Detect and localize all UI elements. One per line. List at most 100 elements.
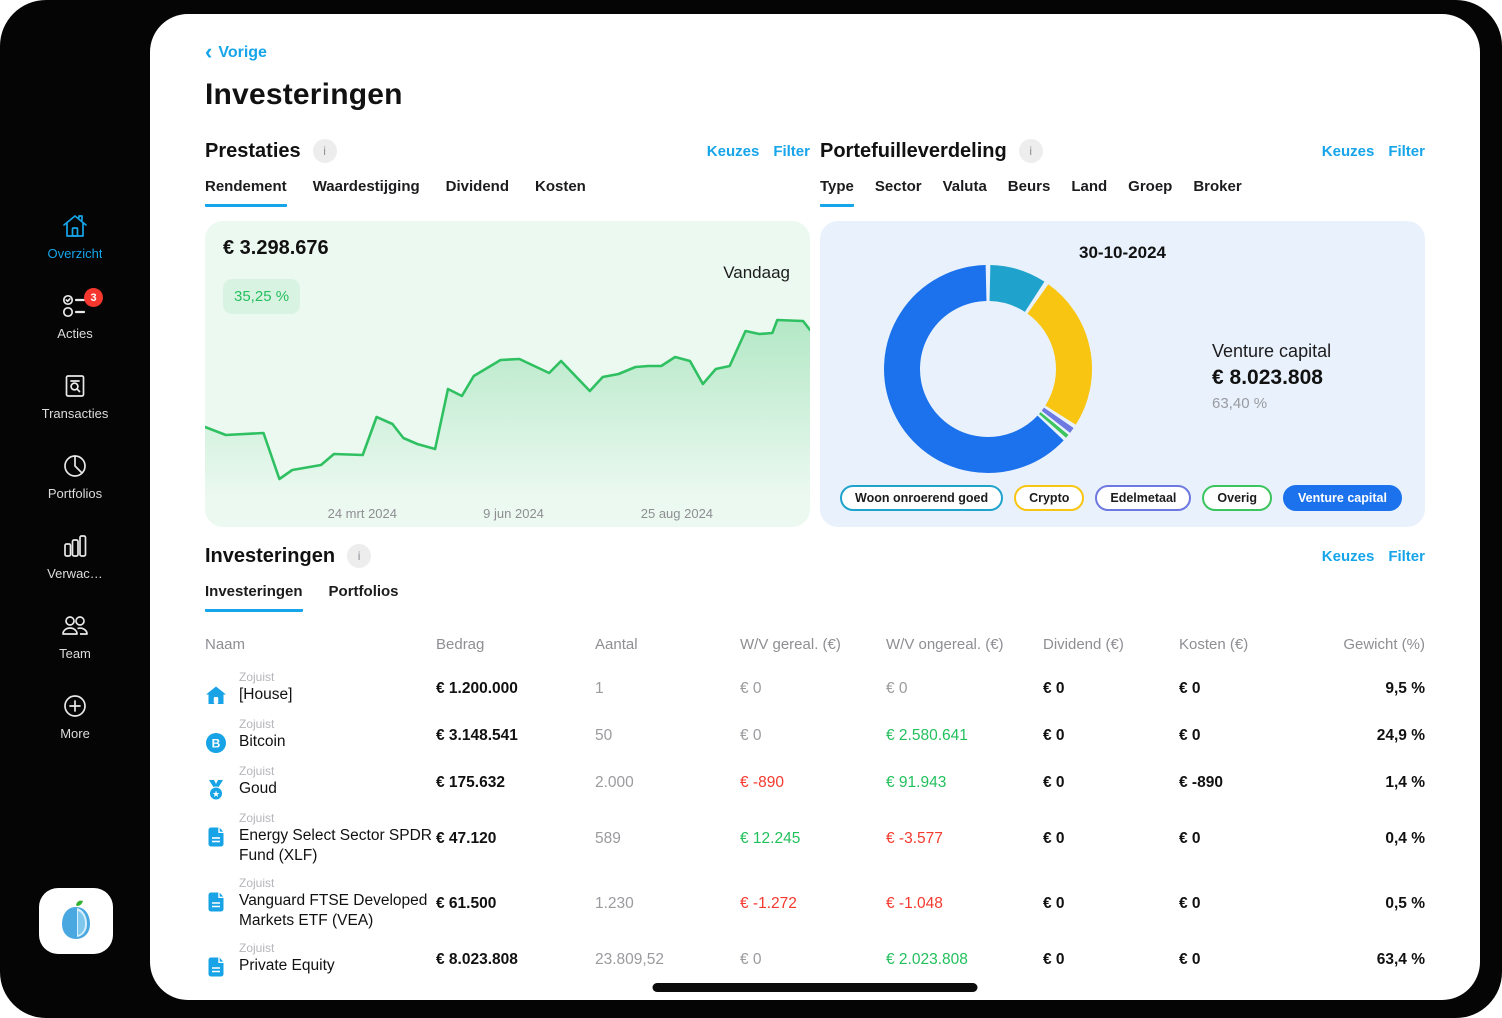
asset-updated-label: Zojuist [239,876,436,890]
info-icon[interactable] [1019,139,1043,163]
document-icon [205,826,227,848]
col-naam: Naam [205,636,436,653]
info-icon[interactable] [347,544,371,568]
tab-kosten[interactable]: Kosten [535,178,586,207]
tab-broker[interactable]: Broker [1193,178,1241,207]
keuzes-link[interactable]: Keuzes [1322,143,1375,160]
legend-chip-venture-capital[interactable]: Venture capital [1283,485,1402,511]
back-button[interactable]: ‹ Vorige [205,44,267,62]
sidebar-item-team[interactable]: Team [0,596,150,676]
cell-wv-gereal: € 12.245 [740,830,886,848]
cell-bedrag: € 1.200.000 [436,680,595,698]
filter-link[interactable]: Filter [773,143,810,160]
tab-valuta[interactable]: Valuta [943,178,987,207]
table-row[interactable]: Zojuist Energy Select Sector SPDR Fund (… [205,806,1425,871]
cell-gewicht: 9,5 % [1333,680,1425,698]
donut-slice [1056,418,1059,422]
col-gewicht: Gewicht (%) [1333,636,1425,653]
cell-wv-ongereal: € 91.943 [886,774,1043,792]
legend-chip-overig[interactable]: Overig [1202,485,1272,511]
investeringen-tabs: Investeringen Portfolios [205,583,1425,612]
medal-icon: ★ [205,779,227,801]
sidebar-item-transacties[interactable]: Transacties [0,356,150,436]
cell-kosten: € -890 [1179,774,1333,792]
tab-portfolios[interactable]: Portfolios [329,583,399,612]
tab-investeringen[interactable]: Investeringen [205,583,303,612]
cell-dividend: € 0 [1043,774,1179,792]
table-row[interactable]: B Zojuist Bitcoin € 3.148.541 50 € 0 € 2… [205,712,1425,759]
tab-rendement[interactable]: Rendement [205,178,287,207]
cell-aantal: 23.809,52 [595,951,740,969]
svg-text:★: ★ [212,789,220,799]
sidebar-item-acties[interactable]: 3 Acties [0,276,150,356]
allocation-donut-chart[interactable] [878,259,1098,479]
tab-beurs[interactable]: Beurs [1008,178,1051,207]
home-icon [60,212,90,240]
main-panel: ‹ Vorige Investeringen Prestaties Keuzes… [150,14,1480,1000]
range-label[interactable]: Vandaag [723,263,790,283]
keuzes-link[interactable]: Keuzes [1322,548,1375,565]
prestaties-tabs: Rendement Waardestijging Dividend Kosten [205,178,810,207]
table-row[interactable]: Zojuist Private Equity € 8.023.808 23.80… [205,936,1425,983]
allocation-legend: Woon onroerend goed Crypto Edelmetaal Ov… [840,485,1402,511]
legend-chip-crypto[interactable]: Crypto [1014,485,1084,511]
cell-wv-ongereal: € 2.023.808 [886,951,1043,969]
cell-gewicht: 63,4 % [1333,951,1425,969]
legend-chip-edelmetaal[interactable]: Edelmetaal [1095,485,1191,511]
cell-aantal: 589 [595,830,740,848]
cell-bedrag: € 47.120 [436,830,595,848]
house-icon [205,685,227,707]
asset-updated-label: Zojuist [239,717,286,731]
prestaties-section: Prestaties Keuzes Filter Rendement Waard… [205,136,810,527]
tab-land[interactable]: Land [1071,178,1107,207]
home-indicator[interactable] [653,983,978,992]
document-icon [205,891,227,913]
table-row[interactable]: Zojuist [House] € 1.200.000 1 € 0 € 0 € … [205,665,1425,712]
asset-updated-label: Zojuist [239,941,335,955]
asset-updated-label: Zojuist [239,670,292,684]
sidebar-item-label: More [60,726,90,741]
info-icon[interactable] [313,139,337,163]
cell-kosten: € 0 [1179,830,1333,848]
keuzes-link[interactable]: Keuzes [707,143,760,160]
col-kosten: Kosten (€) [1179,636,1333,653]
sidebar-item-more[interactable]: More [0,676,150,756]
cell-dividend: € 0 [1043,895,1179,913]
svg-text:B: B [212,736,221,750]
bitcoin-icon: B [205,732,227,754]
filter-link[interactable]: Filter [1388,548,1425,565]
table-row[interactable]: Zojuist Vanguard FTSE Developed Markets … [205,871,1425,936]
performance-line-chart[interactable] [205,309,810,499]
back-label: Vorige [218,44,267,62]
selected-slice-percent: 63,40 % [1212,395,1331,412]
cell-dividend: € 0 [1043,951,1179,969]
tab-dividend[interactable]: Dividend [446,178,509,207]
tab-groep[interactable]: Groep [1128,178,1172,207]
sidebar-item-verwachting[interactable]: Verwac… [0,516,150,596]
legend-chip-woon-onroerend-goed[interactable]: Woon onroerend goed [840,485,1003,511]
sidebar-item-label: Acties [57,326,92,341]
page-title: Investeringen [205,78,1425,112]
sidebar-item-overzicht[interactable]: Overzicht [0,196,150,276]
allocation-chart-card: 30-10-2024 Venture capital € 8.023.808 6… [820,221,1425,527]
col-wv-ongereal: W/V ongereal. (€) [886,636,1043,653]
app-logo[interactable] [39,888,113,954]
cell-gewicht: 1,4 % [1333,774,1425,792]
verdeling-section: Portefuilleverdeling Keuzes Filter Type … [820,136,1425,527]
cell-wv-ongereal: € -3.577 [886,830,1043,848]
tab-type[interactable]: Type [820,178,854,207]
tab-waardestijging[interactable]: Waardestijging [313,178,420,207]
investeringen-section: Investeringen Keuzes Filter Investeringe… [205,541,1425,983]
donut-slice [1038,299,1074,415]
col-aantal: Aantal [595,636,740,653]
table-row[interactable]: ★ Zojuist Goud € 175.632 2.000 € -890 € … [205,759,1425,806]
filter-link[interactable]: Filter [1388,143,1425,160]
cell-aantal: 1.230 [595,895,740,913]
col-bedrag: Bedrag [436,636,595,653]
cell-dividend: € 0 [1043,680,1179,698]
tab-sector[interactable]: Sector [875,178,922,207]
asset-name: Vanguard FTSE Developed Markets ETF (VEA… [239,891,436,931]
sidebar-item-portfolios[interactable]: Portfolios [0,436,150,516]
cell-gewicht: 0,4 % [1333,830,1425,848]
x-axis-label: 24 mrt 2024 [328,506,397,521]
